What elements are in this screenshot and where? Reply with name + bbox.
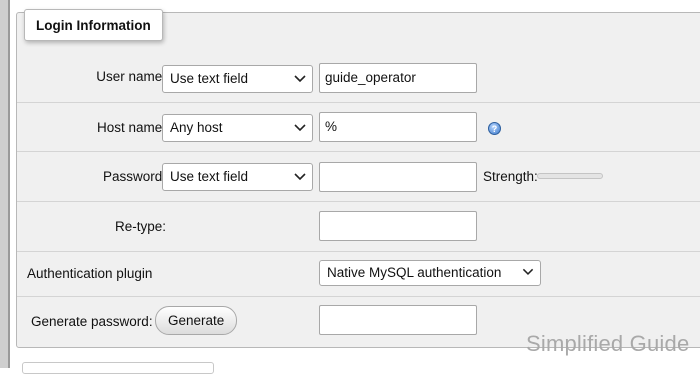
chevron-down-icon bbox=[294, 173, 306, 181]
auth-plugin-select[interactable]: Native MySQL authentication bbox=[319, 260, 541, 286]
password-mode-select[interactable]: Use text field bbox=[162, 163, 313, 191]
username-mode-value: Use text field bbox=[170, 71, 249, 86]
password-row: Password: Use text field Strength: bbox=[17, 152, 700, 202]
chevron-down-icon bbox=[294, 75, 306, 83]
retype-input[interactable] bbox=[319, 211, 477, 241]
auth-plugin-row: Authentication plugin Native MySQL authe… bbox=[17, 252, 700, 297]
username-input[interactable]: guide_operator bbox=[319, 63, 477, 93]
generate-button[interactable]: Generate bbox=[155, 306, 238, 335]
hostname-mode-value: Any host bbox=[170, 120, 223, 135]
username-label: User name: bbox=[96, 69, 166, 84]
next-fieldset-edge bbox=[22, 362, 214, 374]
password-strength-meter bbox=[537, 173, 603, 179]
watermark: Simplified Guide bbox=[526, 331, 690, 356]
chevron-down-icon bbox=[522, 268, 534, 275]
username-mode-select[interactable]: Use text field bbox=[162, 65, 313, 93]
chevron-down-icon bbox=[294, 124, 306, 132]
hostname-mode-select[interactable]: Any host bbox=[162, 114, 313, 142]
retype-row: Re-type: bbox=[17, 202, 700, 252]
hostname-row: Host name: Any host % ? bbox=[17, 103, 700, 152]
password-mode-value: Use text field bbox=[170, 169, 249, 184]
strength-label: Strength: bbox=[483, 169, 538, 184]
password-label: Password: bbox=[102, 169, 166, 184]
left-border-bar bbox=[0, 0, 10, 368]
password-input[interactable] bbox=[319, 162, 477, 192]
retype-label: Re-type: bbox=[114, 219, 166, 234]
auth-plugin-value: Native MySQL authentication bbox=[327, 265, 502, 280]
auth-plugin-label: Authentication plugin bbox=[27, 266, 153, 281]
hostname-label: Host name: bbox=[96, 120, 166, 135]
generated-password-input[interactable] bbox=[319, 305, 477, 335]
question-mark-icon[interactable]: ? bbox=[488, 122, 501, 135]
username-row: User name: Use text field guide_operator bbox=[17, 52, 700, 103]
fieldset-legend: Login Information bbox=[24, 9, 163, 41]
hostname-input[interactable]: % bbox=[319, 112, 477, 142]
generate-password-label: Generate password: bbox=[31, 314, 153, 329]
